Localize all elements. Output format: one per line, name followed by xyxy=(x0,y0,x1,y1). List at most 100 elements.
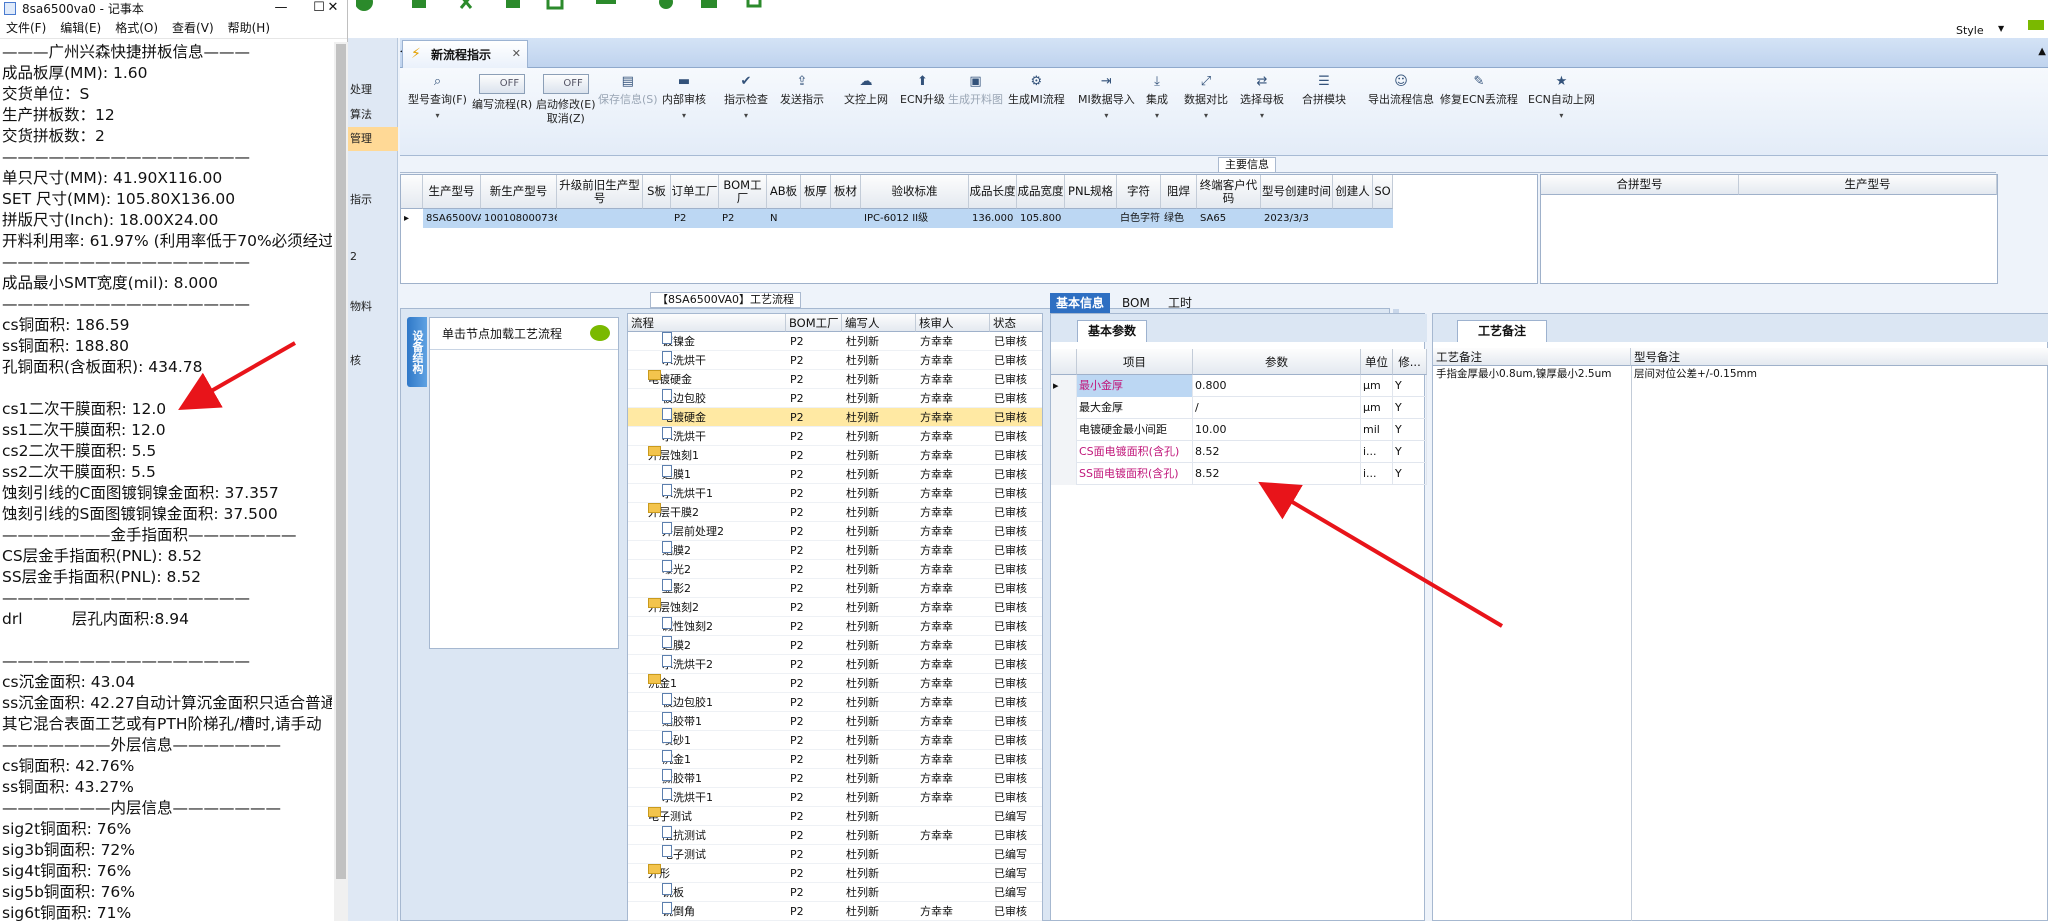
left-nav-item[interactable]: 管理 xyxy=(348,127,398,151)
column-header[interactable]: 板材 xyxy=(831,175,861,209)
param-row[interactable]: 最大金厚 / μm Y xyxy=(1051,397,1427,419)
ribbon-button[interactable]: ✔ 指示检查 ▾ xyxy=(724,74,768,123)
left-nav-item[interactable]: 指示 xyxy=(348,188,398,212)
tree-row[interactable]: 阻抗测试 P2 杜列新 方幸幸 已审核 xyxy=(628,826,1042,845)
grid-cell[interactable]: SA65 xyxy=(1197,209,1261,228)
tree-node[interactable]: 碱性蚀刻2 xyxy=(662,617,800,636)
left-nav-item[interactable]: 物料 xyxy=(348,295,398,319)
column-header[interactable]: 终端客户代码 xyxy=(1197,175,1261,209)
tree-node[interactable]: 铣板 xyxy=(662,883,800,902)
column-header[interactable]: 参数 xyxy=(1193,349,1361,375)
chevron-down-icon[interactable]: ▾ xyxy=(1146,109,1168,123)
load-flow-node-button[interactable]: 单击节点加载工艺流程 xyxy=(430,318,618,350)
grid-cell[interactable] xyxy=(643,209,671,228)
ribbon-button[interactable]: ✎ 修复ECN丢流程 xyxy=(1440,74,1518,107)
param-flag[interactable]: Y xyxy=(1393,397,1427,419)
column-header[interactable]: PNL规格 xyxy=(1065,175,1117,209)
tab-new-flow[interactable]: ⚡ 新流程指示 ✕ xyxy=(402,40,528,68)
ribbon-button[interactable]: ☰ 合拼模块 xyxy=(1302,74,1346,107)
tree-node[interactable]: −外形 xyxy=(648,864,786,883)
column-header[interactable]: 板厚 xyxy=(801,175,831,209)
grid-cell[interactable] xyxy=(831,209,861,228)
left-nav-item[interactable]: 算法 xyxy=(348,103,398,127)
param-row[interactable]: ▸ 最小金厚 0.800 μm Y xyxy=(1051,375,1427,397)
chevron-down-icon[interactable]: ▾ xyxy=(1078,109,1135,123)
ribbon-button[interactable]: ⇄ 选择母板 ▾ xyxy=(1240,74,1284,123)
column-header[interactable]: 订单工厂 xyxy=(671,175,719,209)
detail-tab[interactable]: 工时 xyxy=(1162,293,1198,313)
tree-node[interactable]: 显影2 xyxy=(662,579,800,598)
grid-cell[interactable]: IPC-6012 II级 xyxy=(861,209,969,228)
tree-row[interactable]: 铣倒角 P2 杜列新 方幸幸 已审核 xyxy=(628,902,1042,921)
tree-node[interactable]: 水洗烘干 xyxy=(662,351,800,370)
ribbon-button[interactable]: OFF 编写流程(R) xyxy=(472,74,532,112)
tree-row[interactable]: 电子测试 P2 杜列新 已编写 xyxy=(628,845,1042,864)
param-flag[interactable]: Y xyxy=(1393,375,1427,397)
column-header[interactable]: S板 xyxy=(643,175,671,209)
column-header[interactable]: 升级前旧生产型号 xyxy=(557,175,643,209)
column-header[interactable]: 编写人 xyxy=(842,314,916,332)
tree-row[interactable]: 贴胶带1 P2 杜列新 方幸幸 已审核 xyxy=(628,712,1042,731)
grid-cell[interactable] xyxy=(557,209,643,228)
tree-node[interactable]: 水洗烘干1 xyxy=(662,788,800,807)
toolbar-icons[interactable] xyxy=(356,0,816,16)
column-header[interactable]: 新生产型号 xyxy=(481,175,557,209)
grid-cell[interactable]: 绿色 xyxy=(1161,209,1197,228)
ribbon-button[interactable]: ☁ 文控上网 xyxy=(844,74,888,107)
tree-row[interactable]: −沉金1 P2 杜列新 方幸幸 已审核 xyxy=(628,674,1042,693)
tree-node[interactable]: 退膜2 xyxy=(662,636,800,655)
ribbon-button[interactable]: ★ ECN自动上网 ▾ xyxy=(1528,74,1595,123)
chevron-down-icon[interactable]: ▾ xyxy=(662,109,706,123)
param-row[interactable]: SS面电镀面积(含孔) 8.52 i... Y xyxy=(1051,463,1427,485)
process-tree-grid[interactable]: 流程 BOM工厂 编写人 核审人 状态 镀镍金 P2 杜列新 方幸幸 已审核 水洗烘干 P2 杜列新 方幸… xyxy=(627,313,1043,921)
menu-item[interactable]: 编辑(E) xyxy=(60,19,101,36)
notepad-text-area[interactable]: ———广州兴森快捷拼板信息——— 成品板厚(MM): 1.60 交货单位：S 生产拼板… xyxy=(0,42,332,921)
vertical-tab-structure[interactable]: 设备结构 xyxy=(407,317,427,387)
tree-row[interactable]: 镀镍金 P2 杜列新 方幸幸 已审核 xyxy=(628,332,1042,351)
ribbon-button[interactable]: ⌕ 型号查询(F) ▾ xyxy=(408,74,467,123)
ribbon-button[interactable]: OFF 启动修改(E) 取消(Z) xyxy=(536,74,596,126)
tree-row[interactable]: 曝光2 P2 杜列新 方幸幸 已审核 xyxy=(628,560,1042,579)
param-value[interactable]: / xyxy=(1193,397,1361,419)
column-header[interactable]: 型号创建时间 xyxy=(1261,175,1333,209)
tab-tech-notes[interactable]: 工艺备注 xyxy=(1457,320,1548,342)
toggle-switch[interactable]: OFF xyxy=(479,74,526,94)
column-header[interactable]: 成品宽度 xyxy=(1017,175,1065,209)
column-header[interactable]: 流程 xyxy=(628,314,786,332)
param-value[interactable]: 8.52 xyxy=(1193,463,1361,485)
grid-cell[interactable] xyxy=(1065,209,1117,228)
tree-row[interactable]: 水洗烘干2 P2 杜列新 方幸幸 已审核 xyxy=(628,655,1042,674)
tree-row[interactable]: −外层蚀刻2 P2 杜列新 方幸幸 已审核 xyxy=(628,598,1042,617)
ribbon-button[interactable]: ⇥ MI数据导入 ▾ xyxy=(1078,74,1135,123)
column-header[interactable]: 项目 xyxy=(1077,349,1193,375)
ribbon-button[interactable]: ▬ 内部审核 ▾ xyxy=(662,74,706,123)
column-header[interactable]: 生产型号 xyxy=(423,175,481,209)
chevron-down-icon[interactable]: ▾ xyxy=(724,109,768,123)
column-header[interactable]: 字符 xyxy=(1117,175,1161,209)
column-header[interactable]: 合拼型号 xyxy=(1541,175,1739,195)
tree-node[interactable]: 电子测试 xyxy=(662,845,800,864)
column-header[interactable]: BOM工厂 xyxy=(719,175,767,209)
left-nav-item[interactable]: 核 xyxy=(348,349,398,373)
grid-cell[interactable] xyxy=(1333,209,1373,228)
tree-row[interactable]: 水洗烘干1 P2 杜列新 方幸幸 已审核 xyxy=(628,788,1042,807)
left-nav-item[interactable]: 处理 xyxy=(348,78,398,102)
menu-item[interactable]: 查看(V) xyxy=(172,19,214,36)
column-header[interactable]: 修... xyxy=(1393,349,1427,375)
chevron-down-icon[interactable]: ▾ xyxy=(1184,109,1228,123)
detail-tab[interactable]: BOM xyxy=(1116,293,1156,313)
grid-cell[interactable]: 8SA6500VA0 xyxy=(423,209,481,228)
param-row[interactable]: CS面电镀面积(含孔) 8.52 i... Y xyxy=(1051,441,1427,463)
column-header[interactable]: AB板 xyxy=(767,175,801,209)
tree-row[interactable]: 水洗烘干 P2 杜列新 方幸幸 已审核 xyxy=(628,351,1042,370)
tree-node[interactable]: 水洗烘干1 xyxy=(662,484,800,503)
tree-row[interactable]: −外层蚀刻1 P2 杜列新 方幸幸 已审核 xyxy=(628,446,1042,465)
grid-cell[interactable]: P2 xyxy=(719,209,767,228)
column-header[interactable]: 状态 xyxy=(990,314,1042,332)
tree-node[interactable]: 喷砂1 xyxy=(662,731,800,750)
close-button[interactable]: ✕ xyxy=(318,0,348,17)
param-flag[interactable]: Y xyxy=(1393,463,1427,485)
tree-node[interactable]: 水洗烘干2 xyxy=(662,655,800,674)
menu-item[interactable]: 帮助(H) xyxy=(228,19,270,36)
tree-node[interactable]: 曝光2 xyxy=(662,560,800,579)
